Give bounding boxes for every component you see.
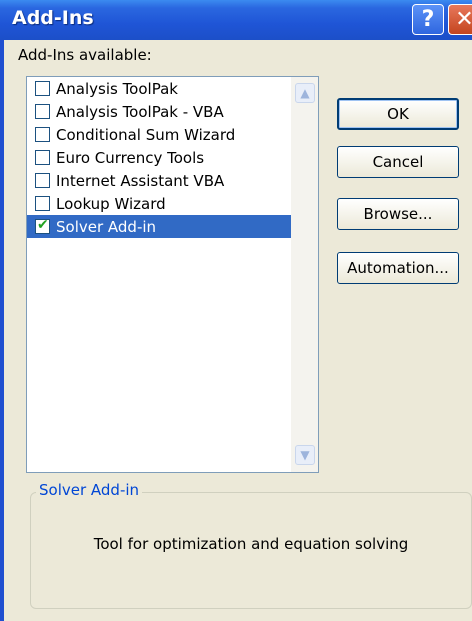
help-button[interactable]: ? bbox=[412, 4, 444, 35]
automation-button[interactable]: Automation... bbox=[337, 252, 459, 284]
browse-button[interactable]: Browse... bbox=[337, 198, 459, 230]
ok-button[interactable]: OK bbox=[337, 98, 459, 130]
dialog-title: Add-Ins bbox=[12, 7, 94, 29]
list-item[interactable]: Solver Add-in bbox=[27, 215, 291, 238]
help-icon: ? bbox=[421, 7, 435, 32]
checkbox-checked[interactable] bbox=[35, 217, 50, 234]
list-item-label: Internet Assistant VBA bbox=[56, 171, 225, 190]
list-scrollbar[interactable]: ▲ ▼ bbox=[291, 77, 318, 472]
scroll-down-button[interactable]: ▼ bbox=[295, 445, 315, 465]
list-item[interactable]: Lookup Wizard bbox=[27, 192, 291, 215]
list-item[interactable]: Conditional Sum Wizard bbox=[27, 123, 291, 146]
chevron-up-icon: ▲ bbox=[300, 86, 310, 100]
list-item-label: Analysis ToolPak bbox=[56, 79, 178, 98]
add-ins-available-label: Add-Ins available: bbox=[18, 46, 152, 64]
list-item[interactable]: Euro Currency Tools bbox=[27, 146, 291, 169]
add-ins-list: Analysis ToolPak Analysis ToolPak - VBA Co… bbox=[27, 77, 291, 238]
scroll-up-button[interactable]: ▲ bbox=[295, 83, 315, 103]
close-button[interactable]: ✕ bbox=[448, 4, 472, 35]
list-item-label: Lookup Wizard bbox=[56, 194, 166, 213]
cancel-button[interactable]: Cancel bbox=[337, 146, 459, 178]
checkbox[interactable] bbox=[35, 104, 50, 119]
checkbox[interactable] bbox=[35, 173, 50, 188]
list-item-label: Analysis ToolPak - VBA bbox=[56, 102, 224, 121]
checkbox[interactable] bbox=[35, 196, 50, 211]
checkbox[interactable] bbox=[35, 81, 50, 96]
close-icon: ✕ bbox=[455, 7, 472, 32]
checkbox[interactable] bbox=[35, 127, 50, 142]
add-ins-available-text: Add-Ins available: bbox=[18, 46, 152, 64]
list-item-label: Solver Add-in bbox=[56, 217, 157, 236]
add-ins-listbox[interactable]: Analysis ToolPak Analysis ToolPak - VBA Co… bbox=[26, 76, 319, 473]
list-item-label: Euro Currency Tools bbox=[56, 148, 205, 167]
list-item[interactable]: Internet Assistant VBA bbox=[27, 169, 291, 192]
description-title: Solver Add-in bbox=[36, 481, 143, 499]
chevron-down-icon: ▼ bbox=[300, 448, 310, 462]
title-bar[interactable]: Add-Ins ? ✕ bbox=[0, 0, 472, 40]
checkbox[interactable] bbox=[35, 150, 50, 165]
list-item-label: Conditional Sum Wizard bbox=[56, 125, 236, 144]
add-ins-dialog: Add-Ins ? ✕ Add-Ins available: Analysis … bbox=[0, 0, 472, 621]
list-item[interactable]: Analysis ToolPak bbox=[27, 77, 291, 100]
list-item[interactable]: Analysis ToolPak - VBA bbox=[27, 100, 291, 123]
description-text: Tool for optimization and equation solvi… bbox=[93, 535, 409, 553]
